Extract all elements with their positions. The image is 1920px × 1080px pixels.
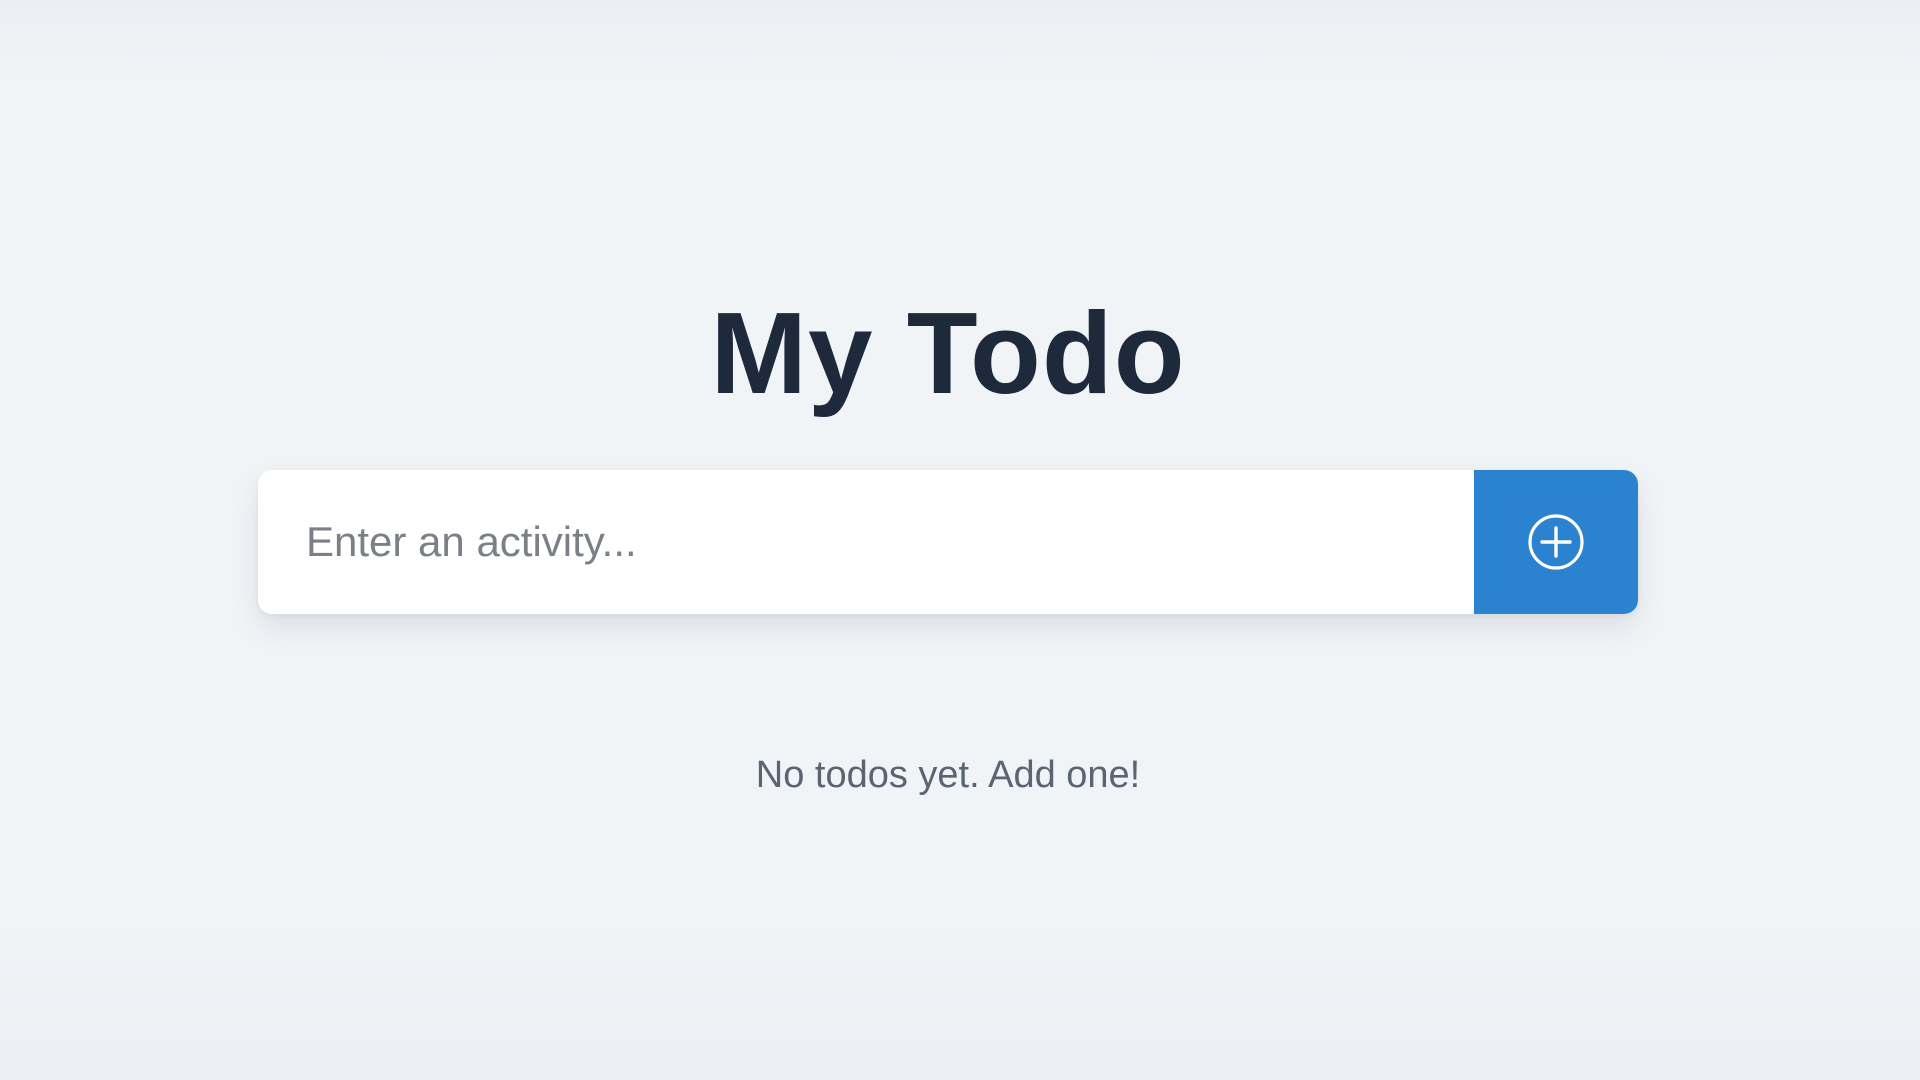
add-todo-form [258,470,1638,614]
empty-state-message: No todos yet. Add one! [755,754,1141,796]
activity-input[interactable] [258,470,1474,614]
add-todo-button[interactable] [1474,470,1638,614]
todo-app: My Todo No todos yet. Add one! [0,0,1920,1080]
plus-circle-icon [1528,514,1584,570]
page-title: My Todo [710,288,1186,418]
